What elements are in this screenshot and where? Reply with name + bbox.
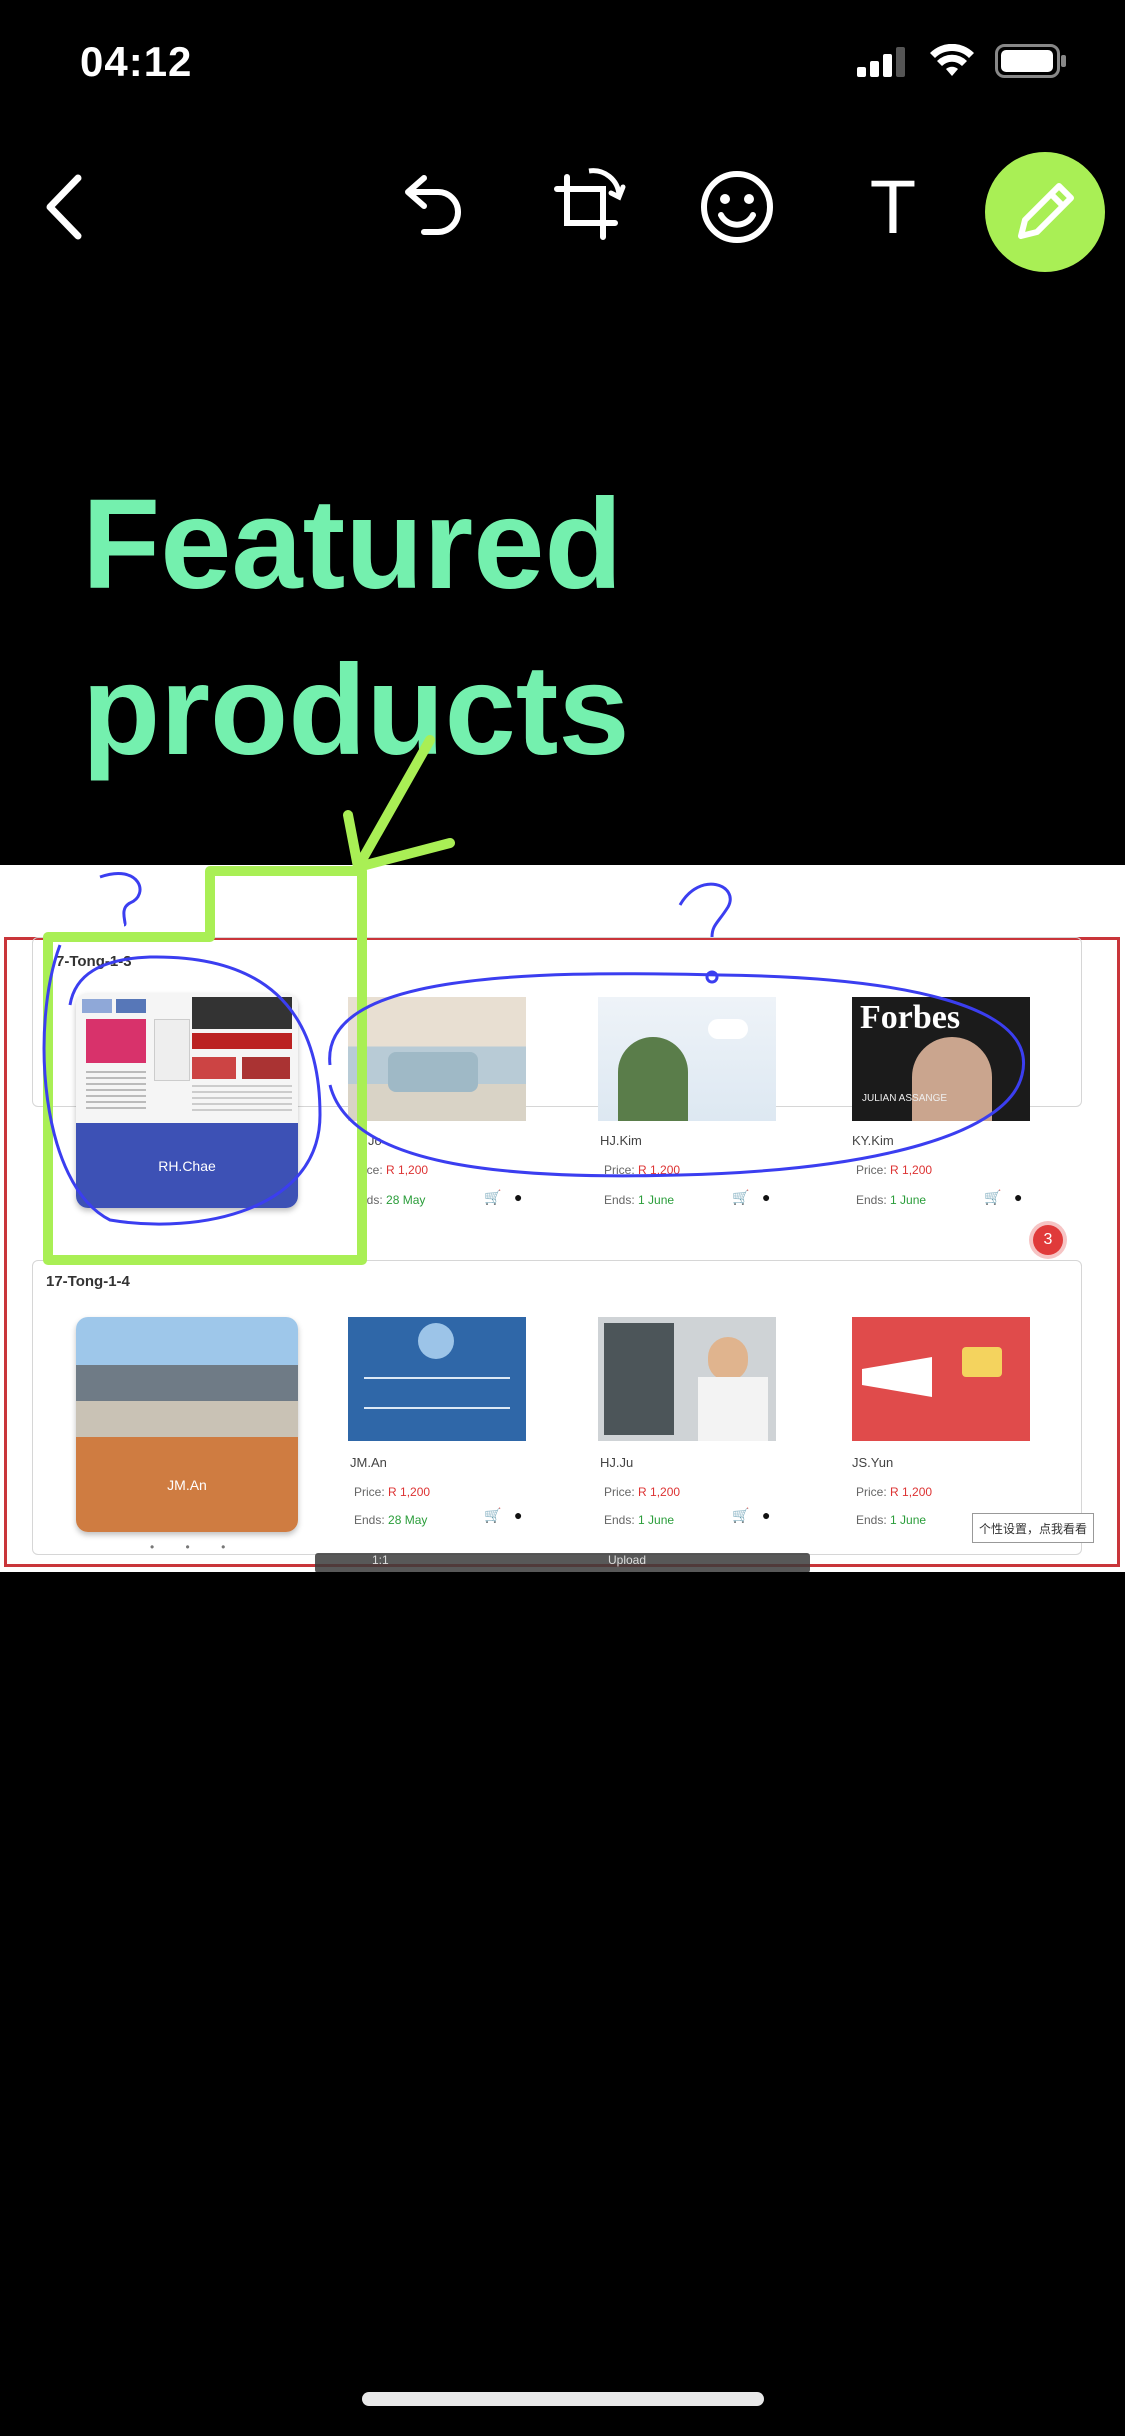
pencil-button[interactable] — [985, 152, 1105, 272]
undo-icon — [405, 175, 461, 235]
wifi-icon — [930, 44, 974, 76]
signal-icon — [857, 47, 905, 77]
undo-button[interactable] — [385, 162, 475, 252]
annotation-arrow — [343, 735, 455, 872]
battery-icon — [995, 44, 1066, 78]
pencil-icon — [1018, 183, 1074, 239]
crop-rotate-button[interactable] — [542, 162, 632, 252]
text-button[interactable]: T — [848, 162, 938, 252]
smiley-icon — [701, 171, 773, 243]
chevron-left-icon — [46, 174, 82, 240]
status-icons — [857, 44, 1067, 78]
home-indicator[interactable] — [362, 2392, 764, 2406]
annotation-overlay — [42, 866, 1026, 1265]
back-button[interactable] — [20, 162, 110, 252]
emoji-button[interactable] — [692, 162, 782, 252]
crop-rotate-icon — [554, 168, 626, 240]
caption-line1: Featured — [82, 473, 623, 616]
status-time: 04:12 — [80, 38, 193, 85]
annotated-screenshot[interactable]: 7-Tong-1-3 RH.Chae Forbes JULIAN ASSANGE… — [0, 865, 1125, 1572]
text-icon: T — [869, 164, 917, 250]
